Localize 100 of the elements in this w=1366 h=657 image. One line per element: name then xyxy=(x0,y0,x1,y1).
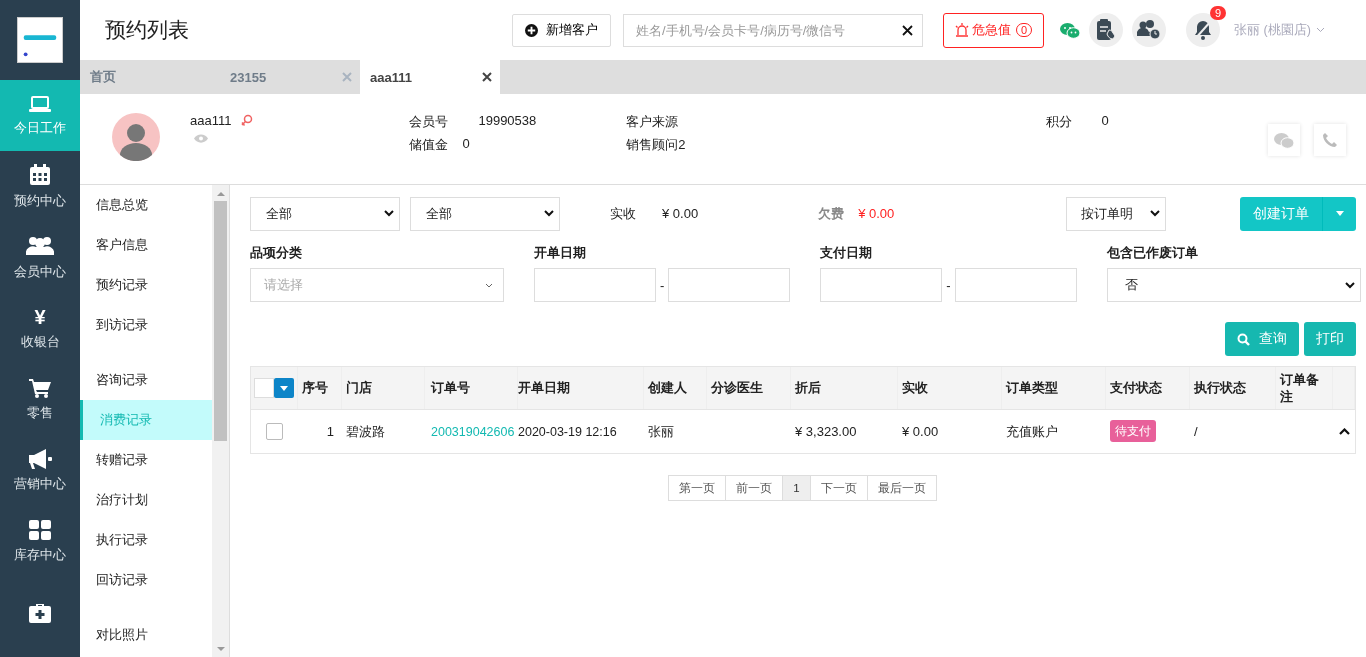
wechat-icon[interactable] xyxy=(1060,21,1081,39)
side-menu-item[interactable]: 到访记录 xyxy=(80,305,212,345)
chevron-down-icon xyxy=(384,210,394,217)
row-checkbox[interactable] xyxy=(266,423,283,440)
caret-down-icon xyxy=(280,385,288,391)
table-cell-text: ¥ 3,323.00 xyxy=(794,424,858,439)
page-button[interactable]: 1 xyxy=(782,475,811,501)
scrollbar[interactable] xyxy=(212,185,229,657)
calendar-icon xyxy=(29,163,51,186)
column-header: 门店 xyxy=(342,367,425,409)
dropdown-button[interactable] xyxy=(1322,196,1356,231)
close-icon[interactable] xyxy=(482,72,492,82)
tab[interactable]: aaa111 xyxy=(360,60,500,94)
side-menu-item[interactable]: 回访记录 xyxy=(80,560,212,600)
received-value: ¥ 0.00 xyxy=(662,206,699,221)
tab-label: 23155 xyxy=(230,69,267,85)
page-button[interactable]: 第一页 xyxy=(668,475,727,501)
chevron-down-icon xyxy=(485,282,493,288)
column-header: 实收 xyxy=(898,367,1002,409)
column-header: 创建人 xyxy=(644,367,707,409)
received-label: 实收 xyxy=(610,204,636,223)
table-cell-text: ¥ 0.00 xyxy=(901,424,940,439)
plus-circle-icon xyxy=(525,23,538,37)
date-separator: - xyxy=(946,277,951,293)
side-menu-item[interactable]: 转赠记录 xyxy=(80,440,212,480)
column-header: 分诊医生 xyxy=(707,367,791,409)
female-icon xyxy=(241,114,254,127)
search-icon xyxy=(1237,332,1250,346)
side-menu-item[interactable]: 治疗计划 xyxy=(80,480,212,520)
page-button[interactable]: 前一页 xyxy=(725,475,784,501)
cart-icon xyxy=(29,377,51,398)
chevron-down-icon xyxy=(544,210,554,217)
balance-value: 0 xyxy=(462,136,470,153)
table-cell-text: 2020-03-19 12:16 xyxy=(518,424,618,439)
tab-label: 首页 xyxy=(90,68,116,86)
side-menu-item[interactable]: 客户信息 xyxy=(80,225,212,265)
side-menu-item[interactable]: 咨询记录 xyxy=(80,360,212,400)
side-menu-item[interactable]: 对比照片 xyxy=(80,615,212,655)
laptop-icon xyxy=(29,94,51,113)
notification-badge: 9 xyxy=(1210,6,1227,20)
page-button[interactable]: 下一页 xyxy=(809,475,868,501)
date-separator: - xyxy=(660,277,665,293)
select-field[interactable]: 全部 xyxy=(410,196,560,231)
nav-item[interactable]: 会员中心 xyxy=(0,222,80,293)
date-field[interactable] xyxy=(668,268,791,302)
page-button[interactable]: 最后一页 xyxy=(866,475,937,501)
nav-item[interactable]: 零售 xyxy=(0,364,80,435)
column-header: 订单备注 xyxy=(1276,367,1333,409)
clipboard-phone-icon xyxy=(1096,19,1117,41)
member-no-value: 19990538 xyxy=(478,113,537,130)
search-field[interactable]: 姓名/手机号/会员卡号/病历号/微信号 xyxy=(623,13,923,47)
order-date-label: 开单日期 xyxy=(534,244,587,262)
select-all-dropdown[interactable] xyxy=(254,378,294,398)
chevron-down-icon xyxy=(1150,210,1160,217)
balance-label: 储值金 xyxy=(409,136,449,154)
megaphone-icon xyxy=(28,448,52,469)
new-customer-button[interactable]: 新增客户 xyxy=(512,13,611,47)
caret-down-icon xyxy=(1315,27,1325,33)
caret-down-icon xyxy=(1335,211,1344,216)
column-header: 折后 xyxy=(791,367,898,409)
call-log-button[interactable] xyxy=(1089,13,1124,47)
source-label: 客户来源 xyxy=(626,113,680,131)
nav-item[interactable]: ¥ 收银台 xyxy=(0,293,80,364)
table-cell-text: / xyxy=(1193,424,1199,439)
phone-button[interactable] xyxy=(1314,124,1346,156)
nav-item[interactable]: 库存中心 xyxy=(0,506,80,577)
users-clock-icon xyxy=(1137,20,1162,40)
column-header: 执行状态 xyxy=(1190,367,1276,409)
tab-label: aaa111 xyxy=(370,69,412,85)
siren-icon xyxy=(955,23,969,37)
table-cell-text: 1 xyxy=(325,424,335,439)
view-select[interactable]: 按订单明 xyxy=(1066,196,1166,231)
select-field[interactable]: 全部 xyxy=(250,196,400,231)
wechat-icon xyxy=(1274,131,1294,149)
nav-item[interactable]: 预约中心 xyxy=(0,151,80,222)
category-label: 品项分类 xyxy=(250,244,303,262)
nav-item[interactable]: 营销中心 xyxy=(0,435,80,506)
date-field[interactable] xyxy=(820,268,943,302)
customer-name: aaa111 xyxy=(190,113,232,128)
date-field[interactable] xyxy=(954,268,1077,302)
chevron-down-icon xyxy=(1344,281,1355,289)
date-field[interactable] xyxy=(534,268,656,302)
close-icon[interactable] xyxy=(902,24,913,36)
voided-select[interactable]: 否 xyxy=(1106,268,1361,302)
eye-icon[interactable] xyxy=(194,134,208,143)
alarm-button[interactable]: 危急值 0 xyxy=(943,12,1045,48)
team-schedule-button[interactable] xyxy=(1132,13,1167,47)
status-badge: 待支付 xyxy=(1110,420,1156,442)
table-cell-text: 张丽 xyxy=(647,422,675,441)
side-menu-item[interactable]: 预约记录 xyxy=(80,265,212,305)
pay-date-label: 支付日期 xyxy=(820,244,874,262)
chevron-up-icon[interactable] xyxy=(1338,428,1350,435)
consultant-text: 销售顾问2 xyxy=(626,136,686,154)
column-header: 序号 xyxy=(298,367,342,409)
phone-icon xyxy=(1322,132,1338,148)
side-menu-item[interactable]: 信息总览 xyxy=(80,185,212,225)
wechat-button[interactable] xyxy=(1268,124,1300,156)
side-menu-item[interactable]: 执行记录 xyxy=(80,520,212,560)
member-no-label: 会员号 xyxy=(409,113,449,131)
owed-value: ¥ 0.00 xyxy=(858,206,895,221)
